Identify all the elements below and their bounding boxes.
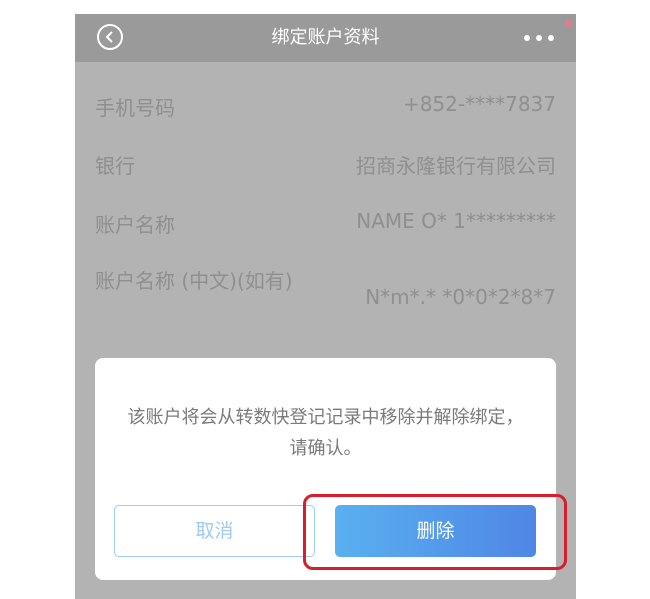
account-name-cn-label: 账户名称 (中文)(如有) bbox=[95, 269, 293, 293]
nav-bar: 绑定账户资料 bbox=[75, 14, 576, 62]
more-dots-icon bbox=[524, 35, 530, 41]
account-name-cn-value: N*m*.* *0*0*2*8*7 bbox=[365, 285, 556, 309]
delete-highlight-box bbox=[303, 494, 567, 570]
account-name-value: NAME O* 1********* bbox=[356, 209, 556, 233]
dialog-message: 该账户将会从转数快登记记录中移除并解除绑定，请确认。 bbox=[127, 407, 524, 459]
bank-label: 银行 bbox=[95, 154, 135, 178]
more-button[interactable] bbox=[524, 29, 554, 47]
cancel-button[interactable]: 取消 bbox=[114, 505, 315, 557]
more-dot bbox=[548, 35, 554, 41]
phone-value: +852-****7837 bbox=[402, 92, 556, 116]
page-title: 绑定账户资料 bbox=[271, 27, 380, 48]
more-dot bbox=[536, 35, 542, 41]
phone-label: 手机号码 bbox=[95, 96, 175, 120]
account-name-label: 账户名称 bbox=[95, 213, 175, 237]
bank-value: 招商永隆银行有限公司 bbox=[356, 154, 556, 178]
notification-dot bbox=[565, 20, 572, 27]
